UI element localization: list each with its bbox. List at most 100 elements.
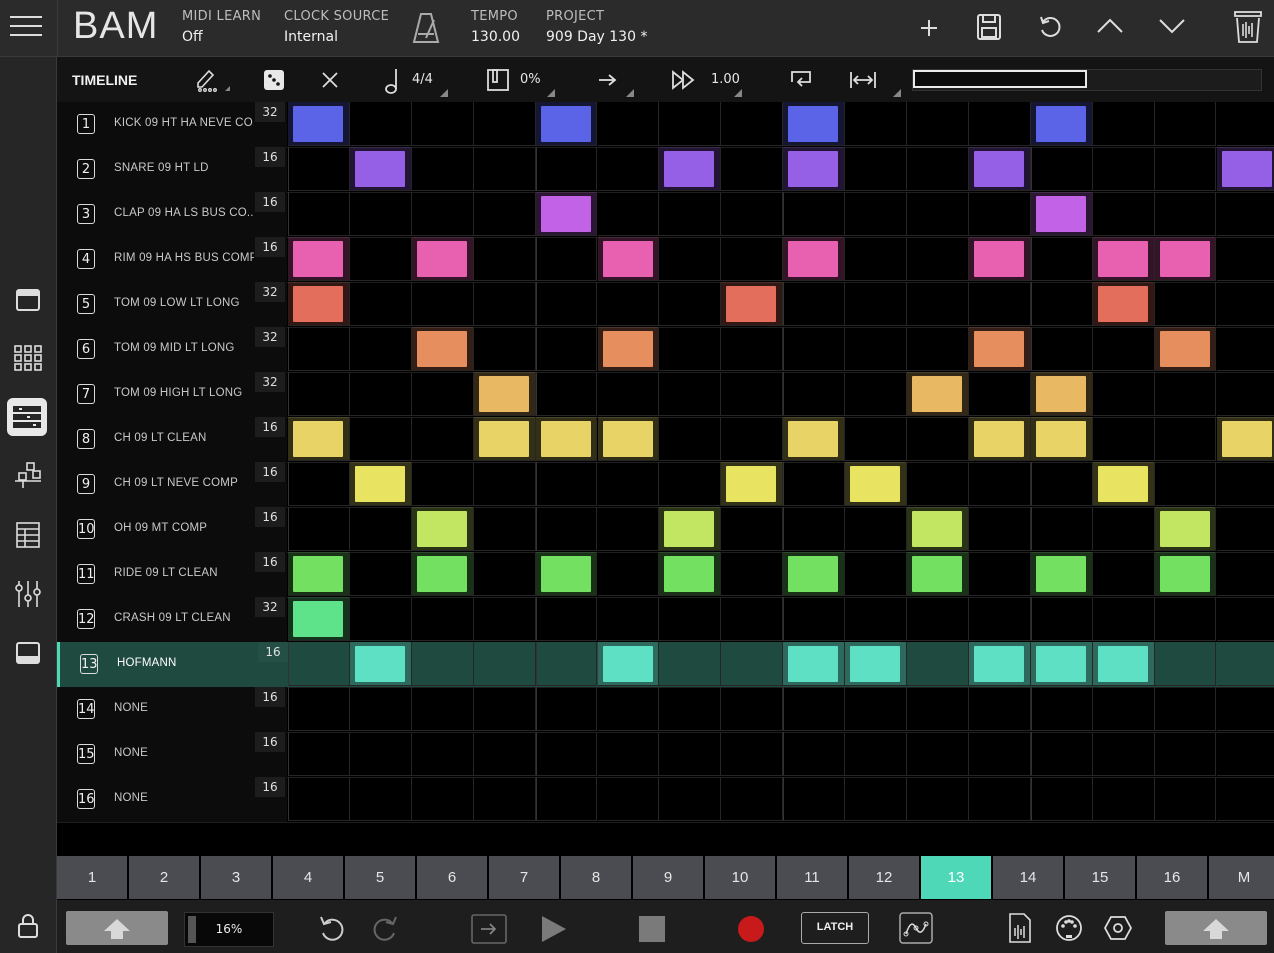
step-cell[interactable] xyxy=(659,732,722,776)
step-cell[interactable] xyxy=(907,687,969,731)
active-step[interactable] xyxy=(788,106,839,142)
step-cell[interactable] xyxy=(535,237,598,281)
step-cell[interactable] xyxy=(1030,552,1093,596)
step-cell[interactable] xyxy=(411,462,474,506)
step-cell[interactable] xyxy=(783,147,846,191)
step-cell[interactable] xyxy=(845,687,907,731)
step-cell[interactable] xyxy=(845,102,907,146)
step-cell[interactable] xyxy=(783,327,846,371)
step-cell[interactable] xyxy=(659,417,722,461)
track-length[interactable]: 16 xyxy=(258,642,288,662)
step-cell[interactable] xyxy=(1216,597,1274,641)
track-length[interactable]: 16 xyxy=(255,237,285,257)
step-cell[interactable] xyxy=(349,282,412,326)
step-cell[interactable] xyxy=(907,102,969,146)
step-cell[interactable] xyxy=(968,282,1031,326)
step-cell[interactable] xyxy=(535,147,598,191)
step-cell[interactable] xyxy=(473,507,536,551)
active-step[interactable] xyxy=(1035,106,1086,142)
step-cell[interactable] xyxy=(783,552,846,596)
track-row[interactable]: 7 TOM 09 HIGH LT LONG 32 xyxy=(57,372,1274,418)
active-step[interactable] xyxy=(973,331,1024,367)
step-cell[interactable] xyxy=(659,327,722,371)
step-cell[interactable] xyxy=(349,732,412,776)
active-step[interactable] xyxy=(293,601,343,637)
step-cell[interactable] xyxy=(907,327,969,371)
step-cell[interactable] xyxy=(845,597,907,641)
step-cell[interactable] xyxy=(1030,327,1093,371)
step-cell[interactable] xyxy=(659,462,722,506)
step-cell[interactable] xyxy=(1216,462,1274,506)
step-cell[interactable] xyxy=(1154,102,1217,146)
step-cell[interactable] xyxy=(597,642,660,686)
track-row[interactable]: 10 OH 09 MT COMP 16 xyxy=(57,507,1274,553)
active-step[interactable] xyxy=(354,151,405,187)
step-cell[interactable] xyxy=(659,507,722,551)
active-step[interactable] xyxy=(540,421,591,457)
track-length[interactable]: 16 xyxy=(255,147,285,167)
track-length[interactable]: 32 xyxy=(255,282,285,302)
step-cell[interactable] xyxy=(721,282,784,326)
step-cell[interactable] xyxy=(411,687,474,731)
step-cell[interactable] xyxy=(1092,237,1155,281)
track-header[interactable]: 15 NONE 16 xyxy=(57,732,287,777)
track-row[interactable]: 9 CH 09 LT NEVE COMP 16 xyxy=(57,462,1274,508)
step-cell[interactable] xyxy=(1216,777,1274,821)
active-step[interactable] xyxy=(973,151,1024,187)
track-length[interactable]: 16 xyxy=(255,777,285,797)
step-cell[interactable] xyxy=(597,687,660,731)
track-row[interactable]: 13 HOFMANN 16 xyxy=(57,642,1274,688)
shift-left-button[interactable] xyxy=(66,911,168,945)
settings-hex-icon[interactable] xyxy=(1103,915,1133,941)
step-cell[interactable] xyxy=(349,777,412,821)
step-cell[interactable] xyxy=(597,327,660,371)
track-header[interactable]: 10 OH 09 MT COMP 16 xyxy=(57,507,287,552)
active-step[interactable] xyxy=(1159,511,1210,547)
active-step[interactable] xyxy=(973,241,1024,277)
active-step[interactable] xyxy=(540,106,591,142)
step-cell[interactable] xyxy=(783,777,846,821)
step-cell[interactable] xyxy=(968,102,1031,146)
loop-icon[interactable] xyxy=(788,68,814,92)
step-cell[interactable] xyxy=(1030,597,1093,641)
step-cell[interactable] xyxy=(721,777,784,821)
step-cell[interactable] xyxy=(535,777,598,821)
step-cell[interactable] xyxy=(288,552,350,596)
step-cell[interactable] xyxy=(907,507,969,551)
step-cell[interactable] xyxy=(597,192,660,236)
active-step[interactable] xyxy=(293,421,343,457)
step-cell[interactable] xyxy=(473,282,536,326)
step-cell[interactable] xyxy=(1030,687,1093,731)
step-cell[interactable] xyxy=(721,552,784,596)
step-cell[interactable] xyxy=(1030,372,1093,416)
active-step[interactable] xyxy=(1221,151,1272,187)
fast-forward-icon[interactable] xyxy=(671,70,697,90)
metronome-icon[interactable] xyxy=(412,12,440,44)
undo-icon[interactable] xyxy=(1037,14,1063,40)
pattern-button-15[interactable]: 15 xyxy=(1065,856,1135,899)
track-row[interactable]: 2 SNARE 09 HT LD 16 xyxy=(57,147,1274,193)
active-step[interactable] xyxy=(416,331,467,367)
track-length[interactable]: 32 xyxy=(255,372,285,392)
step-cell[interactable] xyxy=(1154,642,1217,686)
step-cell[interactable] xyxy=(1092,192,1155,236)
active-step[interactable] xyxy=(1035,556,1086,592)
step-cell[interactable] xyxy=(597,552,660,596)
track-length[interactable]: 32 xyxy=(255,597,285,617)
track-header[interactable]: 9 CH 09 LT NEVE COMP 16 xyxy=(57,462,287,507)
active-step[interactable] xyxy=(1097,241,1148,277)
step-cell[interactable] xyxy=(349,687,412,731)
active-step[interactable] xyxy=(1159,556,1210,592)
active-step[interactable] xyxy=(788,646,839,682)
step-cell[interactable] xyxy=(288,597,350,641)
step-cell[interactable] xyxy=(907,417,969,461)
step-cell[interactable] xyxy=(783,282,846,326)
step-cell[interactable] xyxy=(288,687,350,731)
pattern-button-16[interactable]: 16 xyxy=(1137,856,1207,899)
step-cell[interactable] xyxy=(1216,417,1274,461)
step-cell[interactable] xyxy=(288,372,350,416)
step-cell[interactable] xyxy=(597,507,660,551)
track-row[interactable]: 4 RIM 09 HA HS BUS COMP 16 xyxy=(57,237,1274,283)
step-cell[interactable] xyxy=(411,507,474,551)
track-row[interactable]: 6 TOM 09 MID LT LONG 32 xyxy=(57,327,1274,373)
